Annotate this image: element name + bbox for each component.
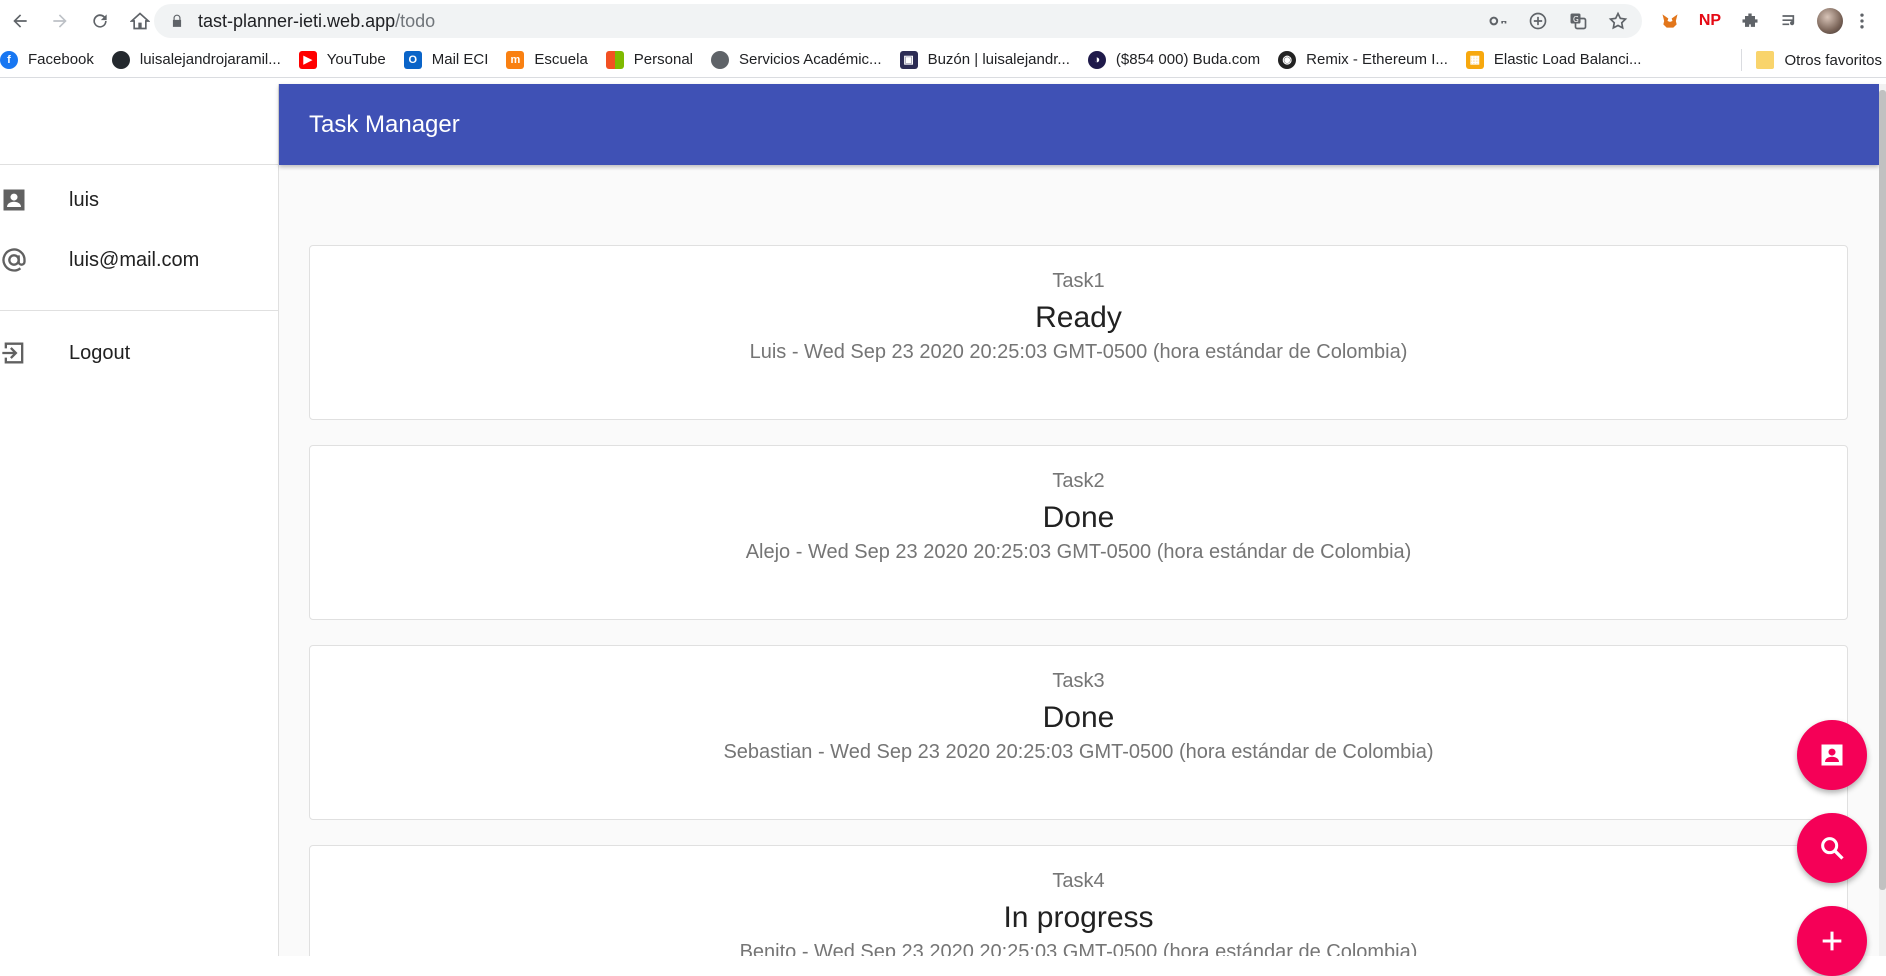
page-scrollbar[interactable]	[1879, 84, 1886, 956]
install-icon[interactable]	[1518, 4, 1558, 38]
task-status: Done	[1042, 501, 1115, 534]
svg-text:G: G	[1573, 15, 1579, 24]
search-fab-button[interactable]	[1797, 813, 1867, 883]
bookmarks-divider	[1741, 49, 1743, 71]
bookmark-item[interactable]: ▶ YouTube	[298, 42, 404, 78]
drawer-item-logout[interactable]: Logout	[0, 323, 278, 383]
task-name: Task2	[1052, 470, 1105, 492]
task-name: Task3	[1052, 670, 1105, 692]
bookmark-item[interactable]: Servicios Académic...	[711, 42, 900, 78]
proton-icon: ▣	[899, 50, 918, 69]
star-icon[interactable]	[1598, 4, 1638, 38]
account-box-icon	[1821, 744, 1843, 766]
moodle-icon: m	[506, 50, 525, 69]
task-name: Task4	[1052, 870, 1105, 892]
bookmark-item[interactable]: ▦ Elastic Load Balanci...	[1465, 42, 1660, 78]
bookmark-item[interactable]: ◉ Remix - Ethereum I...	[1278, 42, 1466, 78]
task-meta: Alejo - Wed Sep 23 2020 20:25:03 GMT-050…	[745, 541, 1412, 563]
add-task-fab-button[interactable]	[1797, 906, 1867, 976]
search-icon	[1821, 837, 1844, 860]
at-sign-icon	[0, 230, 69, 290]
side-drawer: luis luis@mail.com Logout	[0, 84, 279, 956]
bookmark-item[interactable]: ▣ Buzón | luisalejandr...	[899, 42, 1088, 78]
buda-icon: ◑	[1087, 50, 1106, 69]
address-bar[interactable]: tast-planner-ieti.web.app/todo G	[154, 4, 1642, 38]
drawer-divider	[0, 310, 278, 311]
drawer-username: luis	[69, 188, 100, 211]
lock-icon	[172, 14, 182, 27]
metamask-icon[interactable]	[1650, 0, 1690, 42]
np-extension-icon[interactable]: NP	[1690, 0, 1730, 42]
globe-icon	[711, 50, 729, 69]
bookmark-item[interactable]: luisalejandrojaramil...	[111, 42, 299, 78]
microsoft-icon	[605, 50, 624, 69]
facebook-icon: f	[0, 50, 18, 69]
bookmarks-bar: f Facebook luisalejandrojaramil... ▶ YouTube…	[0, 42, 1886, 78]
drawer-item-email[interactable]: luis@mail.com	[0, 230, 278, 290]
task-status: Ready	[1035, 301, 1122, 334]
app-title: Task Manager	[309, 110, 460, 138]
back-icon[interactable]	[0, 0, 40, 42]
app-bar: Task Manager	[279, 84, 1879, 165]
bookmark-other-favorites[interactable]: Otros favoritos	[1756, 42, 1882, 78]
drawer-item-user[interactable]: luis	[0, 170, 278, 230]
drawer-header	[0, 84, 278, 165]
add-icon	[1822, 931, 1842, 951]
forward-icon[interactable]	[40, 0, 80, 42]
app-root: luis luis@mail.com Logout Task Manager T…	[0, 84, 1886, 976]
more-vert-icon[interactable]	[1850, 0, 1874, 42]
task-meta: Luis - Wed Sep 23 2020 20:25:03 GMT-0500…	[749, 341, 1408, 363]
logout-icon	[0, 323, 69, 383]
task-card[interactable]: Task1 Ready Luis - Wed Sep 23 2020 20:25…	[309, 245, 1848, 420]
outlook-icon: O	[403, 50, 422, 69]
bookmark-item[interactable]: ◑ ($854 000) Buda.com	[1087, 42, 1278, 78]
task-meta: Benito - Wed Sep 23 2020 20:25:03 GMT-05…	[739, 941, 1418, 956]
task-card[interactable]: Task4 In progress Benito - Wed Sep 23 20…	[309, 845, 1848, 956]
scrollbar-thumb[interactable]	[1879, 90, 1886, 890]
bookmark-item[interactable]: O Mail ECI	[403, 42, 507, 78]
extensions-icon[interactable]	[1730, 0, 1770, 42]
task-status: Done	[1042, 701, 1115, 734]
task-meta: Sebastian - Wed Sep 23 2020 20:25:03 GMT…	[723, 741, 1434, 763]
url-text: tast-planner-ieti.web.app/todo	[198, 10, 436, 31]
bookmark-item[interactable]: f Facebook	[0, 42, 112, 78]
remix-icon: ◉	[1278, 50, 1297, 69]
folder-icon	[1756, 51, 1775, 69]
task-card[interactable]: Task2 Done Alejo - Wed Sep 23 2020 20:25…	[309, 445, 1848, 620]
browser-toolbar: tast-planner-ieti.web.app/todo G NP	[0, 0, 1886, 42]
key-icon[interactable]	[1478, 4, 1518, 38]
profile-fab-button[interactable]	[1797, 720, 1867, 790]
account-box-icon	[0, 170, 69, 230]
task-name: Task1	[1052, 270, 1105, 292]
github-icon	[111, 50, 130, 69]
youtube-icon: ▶	[298, 50, 317, 69]
aws-icon: ▦	[1465, 50, 1484, 69]
translate-icon[interactable]: G	[1558, 4, 1598, 38]
task-status: In progress	[1003, 901, 1154, 934]
bookmark-item[interactable]: Personal	[605, 42, 711, 78]
drawer-list: luis luis@mail.com Logout	[0, 170, 278, 383]
profile-avatar[interactable]	[1810, 0, 1850, 42]
task-card[interactable]: Task3 Done Sebastian - Wed Sep 23 2020 2…	[309, 645, 1848, 820]
reload-icon[interactable]	[80, 0, 120, 42]
drawer-logout-label: Logout	[69, 341, 131, 364]
task-list: Task1 Ready Luis - Wed Sep 23 2020 20:25…	[279, 165, 1879, 956]
bookmark-item[interactable]: m Escuela	[506, 42, 605, 78]
drawer-email: luis@mail.com	[69, 248, 200, 271]
media-icon[interactable]	[1770, 0, 1810, 42]
